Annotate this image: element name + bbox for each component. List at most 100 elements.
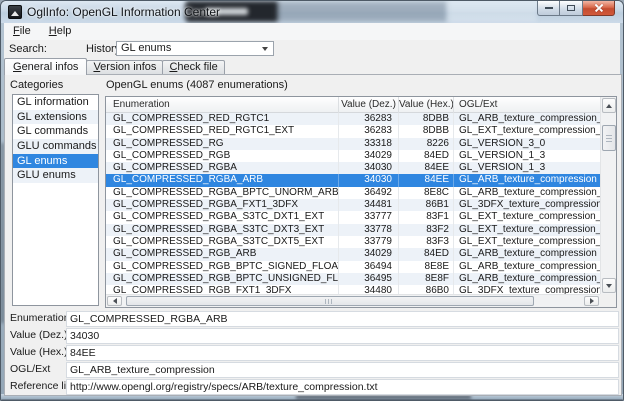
maximize-icon — [567, 5, 575, 11]
detail-field-reference-link[interactable]: http://www.opengl.org/registry/specs/ARB… — [66, 379, 619, 395]
categories-listbox: GL informationGL extensionsGL commandsGL… — [12, 94, 99, 306]
table-row[interactable]: GL_COMPRESSED_RGB_ARB3402984EDGL_ARB_tex… — [106, 248, 600, 260]
tab-general-infos[interactable]: General infos — [4, 58, 87, 75]
cell-c3: GL_3DFX_texture_compression_FXT1 — [454, 285, 600, 294]
window-controls — [537, 1, 615, 16]
background-highlight-blob — [447, 1, 537, 22]
cell-c3: GL_ARB_texture_compression_bptc — [454, 273, 600, 285]
detail-label: Enumeration — [10, 312, 70, 324]
close-button[interactable] — [583, 1, 615, 16]
history-combobox[interactable]: GL enums — [116, 41, 274, 56]
category-gl-information[interactable]: GL information — [13, 95, 98, 110]
enums-panel-caption: OpenGL enums (4087 enumerations) — [106, 79, 288, 91]
detail-row-ogl-ext: OGL/ExtGL_ARB_texture_compression — [5, 362, 621, 378]
cell-c1: 34029 — [339, 150, 399, 162]
table-row[interactable]: GL_COMPRESSED_RG333188226GL_VERSION_3_0 — [106, 138, 600, 150]
cell-c1: 33777 — [339, 211, 399, 223]
category-gl-extensions[interactable]: GL extensions — [13, 110, 98, 125]
cell-c0: GL_COMPRESSED_RGBA_FXT1_3DFX — [106, 199, 339, 211]
table-row[interactable]: GL_COMPRESSED_RGBA_S3TC_DXT1_EXT3377783F… — [106, 211, 600, 223]
table-header: EnumerationValue (Dez.)Value (Hex.)OGL/E… — [106, 97, 600, 113]
scroll-up-button[interactable] — [602, 98, 616, 113]
cell-c3: GL_ARB_texture_compression_bptc — [454, 261, 600, 273]
cell-c0: GL_COMPRESSED_RGBA_ARB — [106, 174, 339, 186]
categories-caption: Categories — [10, 79, 63, 91]
column-header-value-hex[interactable]: Value (Hex.) — [399, 97, 454, 113]
scroll-down-button[interactable] — [602, 278, 616, 293]
background-window-blob — [277, 1, 447, 22]
general-infos-tabpage: Categories OpenGL enums (4087 enumeratio… — [4, 74, 622, 396]
window-title: OglInfo: OpenGL Information Center — [27, 5, 220, 19]
cell-c0: GL_COMPRESSED_RGBA_BPTC_UNORM_ARB — [106, 187, 339, 199]
table-row[interactable]: GL_COMPRESSED_RGB_BPTC_SIGNED_FLOAT_ARB3… — [106, 261, 600, 273]
menu-file[interactable]: File — [4, 23, 40, 40]
column-header-ogl-ext[interactable]: OGL/Ext — [454, 97, 600, 113]
category-gl-commands[interactable]: GL commands — [13, 124, 98, 139]
table-row[interactable]: GL_COMPRESSED_RGBA_S3TC_DXT3_EXT3377883F… — [106, 224, 600, 236]
minimize-button[interactable] — [537, 1, 560, 16]
scroll-left-button[interactable] — [107, 296, 122, 306]
table-row[interactable]: GL_COMPRESSED_RGBA_ARB3403084EEGL_ARB_te… — [106, 174, 600, 186]
arrow-left-icon — [113, 298, 117, 304]
cell-c3: GL_EXT_texture_compression_s3tc — [454, 224, 600, 236]
horizontal-scrollbar[interactable] — [106, 294, 600, 307]
table-row[interactable]: GL_COMPRESSED_RGBA_BPTC_UNORM_ARB364928E… — [106, 187, 600, 199]
titlebar[interactable]: OglInfo: OpenGL Information Center — [1, 1, 623, 23]
table-row[interactable]: GL_COMPRESSED_RGBA_FXT1_3DFX3448186B1GL_… — [106, 199, 600, 211]
cell-c2: 86B0 — [399, 285, 454, 294]
menubar: FileHelp — [4, 23, 622, 40]
vertical-scrollbar[interactable] — [600, 97, 616, 294]
category-gl-enums[interactable]: GL enums — [13, 154, 98, 169]
table-row[interactable]: GL_COMPRESSED_RGBA3403084EEGL_VERSION_1_… — [106, 162, 600, 174]
cell-c3: GL_EXT_texture_compression_s3tc — [454, 236, 600, 248]
tab-version-infos[interactable]: Version infos — [86, 60, 163, 74]
cell-c0: GL_COMPRESSED_RGB_BPTC_UNSIGNED_FLOAT_AR… — [106, 273, 339, 285]
detail-row-value-dez: Value (Dez.)34030 — [5, 328, 621, 344]
detail-row-enumeration: EnumerationGL_COMPRESSED_RGBA_ARB — [5, 311, 621, 327]
cell-c2: 84ED — [399, 248, 454, 260]
detail-field-value-dez[interactable]: 34030 — [66, 328, 619, 344]
cell-c1: 36492 — [339, 187, 399, 199]
detail-row-reference-link: Reference linkhttp://www.opengl.org/regi… — [5, 379, 621, 395]
horizontal-scrollbar-thumb[interactable] — [126, 296, 534, 306]
cell-c2: 86B1 — [399, 199, 454, 211]
arrow-up-icon — [606, 104, 612, 108]
search-bar: Search: History: GL enums — [4, 40, 622, 58]
detail-row-value-hex: Value (Hex.)84EE — [5, 345, 621, 361]
detail-field-enumeration[interactable]: GL_COMPRESSED_RGBA_ARB — [66, 311, 619, 327]
scroll-right-button[interactable] — [584, 296, 599, 306]
column-header-value-dez[interactable]: Value (Dez.) — [339, 97, 399, 113]
cell-c2: 8DBB — [399, 125, 454, 137]
cell-c3: GL_VERSION_1_3 — [454, 150, 600, 162]
cell-c0: GL_COMPRESSED_RED_RGTC1 — [106, 113, 339, 125]
table-row[interactable]: GL_COMPRESSED_RGB3402984EDGL_VERSION_1_3 — [106, 150, 600, 162]
cell-c3: GL_VERSION_1_3 — [454, 162, 600, 174]
column-header-enumeration[interactable]: Enumeration — [106, 97, 339, 113]
cell-c3: GL_ARB_texture_compression_rgtc — [454, 113, 600, 125]
arrow-right-icon — [590, 298, 594, 304]
scrollbar-corner — [600, 294, 616, 307]
detail-field-value-hex[interactable]: 84EE — [66, 345, 619, 361]
cell-c1: 36495 — [339, 273, 399, 285]
cell-c3: GL_EXT_texture_compression_rgtc — [454, 125, 600, 137]
cell-c0: GL_COMPRESSED_RGB_ARB — [106, 248, 339, 260]
table-row[interactable]: GL_COMPRESSED_RED_RGTC1362838DBBGL_ARB_t… — [106, 113, 600, 125]
table-row[interactable]: GL_COMPRESSED_RGB_FXT1_3DFX3448086B0GL_3… — [106, 285, 600, 294]
tab-check-file[interactable]: Check file — [162, 60, 224, 74]
cell-c2: 83F3 — [399, 236, 454, 248]
table-row[interactable]: GL_COMPRESSED_RGBA_S3TC_DXT5_EXT3377983F… — [106, 236, 600, 248]
category-glu-enums[interactable]: GLU enums — [13, 168, 98, 183]
category-glu-commands[interactable]: GLU commands — [13, 139, 98, 154]
menu-help[interactable]: Help — [40, 23, 81, 40]
detail-field-ogl-ext[interactable]: GL_ARB_texture_compression — [66, 362, 619, 378]
maximize-button[interactable] — [560, 1, 583, 16]
cell-c1: 34029 — [339, 248, 399, 260]
vertical-scrollbar-thumb[interactable] — [602, 125, 616, 151]
table-row[interactable]: GL_COMPRESSED_RGB_BPTC_UNSIGNED_FLOAT_AR… — [106, 273, 600, 285]
cell-c1: 36494 — [339, 261, 399, 273]
detail-label: Value (Hex.) — [10, 346, 68, 358]
cell-c2: 84EE — [399, 162, 454, 174]
table-row[interactable]: GL_COMPRESSED_RED_RGTC1_EXT362838DBBGL_E… — [106, 125, 600, 137]
cell-c1: 33778 — [339, 224, 399, 236]
cell-c1: 34030 — [339, 174, 399, 186]
